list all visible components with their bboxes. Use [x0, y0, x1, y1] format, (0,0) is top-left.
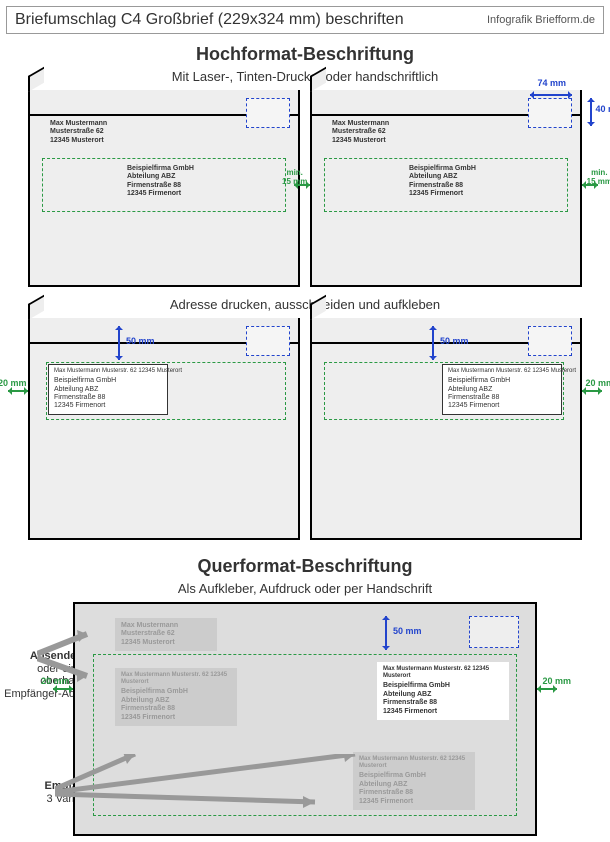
envelope-portrait-3: 50 mm Max Mustermann Musterstr. 62 12345… — [28, 318, 300, 540]
arrow-empfaenger-icon — [55, 754, 375, 824]
recipient-block: Beispielfirma GmbH Abteilung ABZ Firmens… — [409, 165, 476, 199]
sender-oneline: Max Mustermann Musterstr. 62 12345 Muste… — [448, 368, 556, 375]
stamp-zone — [528, 98, 572, 128]
recipient-block: Beispielfirma GmbH Abteilung ABZ Firmens… — [54, 377, 162, 411]
dim-50-arrow — [432, 326, 434, 360]
recipient-block: Beispielfirma GmbH Abteilung ABZ Firmens… — [127, 165, 194, 199]
arrow-absender-icon — [37, 624, 97, 684]
sender-city: 12345 Musterort — [50, 137, 107, 145]
section-b-title: Querformat-Beschriftung — [6, 556, 604, 577]
dim-20-left: 20 mm — [0, 378, 27, 388]
dim-stamp-width-arrow — [530, 94, 572, 96]
stamp-zone — [528, 326, 572, 356]
address-label-sticker: Max Mustermann Musterstr. 62 12345 Muste… — [442, 364, 562, 415]
dim-50-arrow — [385, 616, 387, 650]
dim-20-right: 20 mm — [585, 378, 610, 388]
sender-oneline: Max Mustermann Musterstr. 62 12345 Muste… — [383, 666, 503, 680]
dim-20-arrow — [582, 390, 602, 392]
address-zone: Beispielfirma GmbH Abteilung ABZ Firmens… — [42, 158, 286, 212]
sender-block: Max Mustermann Musterstraße 62 12345 Mus… — [50, 120, 107, 145]
recipient-name: Beispielfirma GmbH — [127, 165, 194, 173]
envelope-portrait-4: 50 mm Max Mustermann Musterstr. 62 12345… — [310, 318, 582, 540]
sender-variant-grey: Max Mustermann Musterstraße 62 12345 Mus… — [115, 618, 217, 651]
sender-street: Musterstraße 62 — [50, 128, 107, 136]
dim-20-right: 20 mm — [542, 676, 571, 686]
querformat-wrap: Absender hieroder einzeiligoberhalb derE… — [6, 602, 604, 836]
dim-20-arrow — [8, 390, 28, 392]
recipient-variant-1: Max Mustermann Musterstr. 62 12345 Muste… — [115, 668, 237, 726]
stamp-zone — [246, 98, 290, 128]
row-1: Max Mustermann Musterstraße 62 12345 Mus… — [6, 90, 604, 289]
stamp-zone — [469, 616, 519, 648]
recipient-variant-2: Max Mustermann Musterstr. 62 12345 Muste… — [377, 662, 509, 720]
dim-min15-right: min. 15 mm — [587, 168, 610, 186]
section-a-sub1: Mit Laser-, Tinten-Drucker oder handschr… — [6, 67, 604, 86]
dim-stamp-height-arrow — [590, 98, 592, 126]
recipient-street: Firmenstraße 88 — [127, 182, 194, 190]
dim-20-left-arrow — [53, 688, 73, 690]
envelope-portrait-2: Max Mustermann Musterstraße 62 12345 Mus… — [310, 90, 582, 287]
title-bar: Briefumschlag C4 Großbrief (229x324 mm) … — [6, 6, 604, 34]
section-b-sub: Als Aufkleber, Aufdruck oder per Handsch… — [6, 579, 604, 598]
address-zone: Beispielfirma GmbH Abteilung ABZ Firmens… — [324, 158, 568, 212]
dim-50: 50 mm — [393, 626, 422, 636]
recipient-dept: Abteilung ABZ — [127, 173, 194, 181]
dim-20-right-arrow — [537, 688, 557, 690]
envelope-portrait-1: Max Mustermann Musterstraße 62 12345 Mus… — [28, 90, 300, 287]
dim-50: 50 mm — [440, 336, 469, 346]
stamp-zone — [246, 326, 290, 356]
sender-name: Max Mustermann — [50, 120, 107, 128]
dim-stamp-width: 74 mm — [537, 78, 566, 88]
section-a-title: Hochformat-Beschriftung — [6, 44, 604, 65]
dim-min15-left: min. 15 mm — [282, 168, 307, 186]
page-title: Briefumschlag C4 Großbrief (229x324 mm) … — [15, 11, 404, 29]
address-label-sticker: Max Mustermann Musterstr. 62 12345 Muste… — [48, 364, 168, 415]
envelope-landscape: 50 mm Max Mustermann Musterstraße 62 123… — [73, 602, 537, 836]
source-label: Infografik Briefform.de — [487, 14, 595, 26]
dim-50-arrow — [118, 326, 120, 360]
recipient-city: 12345 Firmenort — [127, 190, 194, 198]
recipient-block: Beispielfirma GmbH Abteilung ABZ Firmens… — [448, 377, 556, 411]
dim-50: 50 mm — [126, 336, 155, 346]
row-2: 50 mm Max Mustermann Musterstr. 62 12345… — [6, 318, 604, 542]
section-a-sub2: Adresse drucken, ausschneiden und aufkle… — [6, 295, 604, 314]
dim-stamp-height: 40 mm — [595, 104, 610, 114]
sender-block: Max Mustermann Musterstraße 62 12345 Mus… — [332, 120, 389, 145]
sender-oneline: Max Mustermann Musterstr. 62 12345 Muste… — [54, 368, 162, 375]
